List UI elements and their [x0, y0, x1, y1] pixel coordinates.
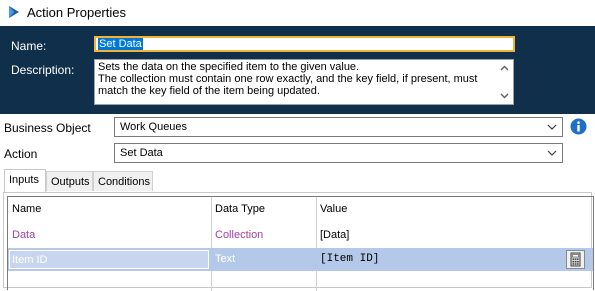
description-line: match the key field of the item being up…	[98, 85, 320, 97]
description-text: Sets the data on the specified item to t…	[98, 61, 494, 97]
description-scrollbar[interactable]	[496, 60, 513, 104]
action-label: Action	[4, 147, 38, 161]
chevron-down-icon	[547, 150, 557, 156]
name-field[interactable]: Set Data	[94, 36, 515, 52]
tab-inputs[interactable]: Inputs	[4, 169, 46, 192]
expression-editor-button[interactable]	[566, 250, 585, 269]
business-object-value: Work Queues	[120, 121, 188, 133]
calculator-icon	[570, 252, 581, 267]
row-data-type: Collection	[215, 229, 264, 241]
row-item-id-type: Text	[215, 253, 236, 265]
row-item-id-value[interactable]: [Item ID]	[320, 253, 379, 265]
column-header-name: Name	[12, 203, 42, 215]
business-object-label: Business Object	[4, 121, 91, 135]
title-bar: Action Properties	[0, 0, 595, 26]
column-header-value: Value	[320, 203, 348, 215]
scroll-up-icon[interactable]	[500, 64, 509, 73]
description-line: Sets the data on the specified item to t…	[98, 61, 360, 73]
row-data-value[interactable]: [Data]	[320, 229, 349, 241]
name-field-value: Set Data	[98, 38, 143, 50]
business-object-dropdown[interactable]: Work Queues	[114, 117, 563, 137]
blue-prism-app-icon	[9, 6, 19, 18]
inputs-panel: Name Data Type Value Data Collection [Da…	[3, 192, 594, 291]
action-dropdown[interactable]: Set Data	[114, 143, 563, 163]
name-label: Name:	[11, 39, 47, 53]
chevron-down-icon	[547, 124, 557, 130]
tab-conditions[interactable]: Conditions	[93, 171, 153, 191]
window-title: Action Properties	[27, 5, 126, 20]
column-divider	[211, 197, 212, 291]
tab-outputs[interactable]: Outputs	[46, 171, 93, 191]
table-row-selected[interactable]: Item ID Text [Item ID]	[8, 248, 593, 271]
description-label: Description:	[11, 63, 75, 77]
description-field[interactable]: Sets the data on the specified item to t…	[94, 59, 514, 105]
description-line: The collection must contain one row exac…	[98, 73, 478, 85]
inputs-grid: Name Data Type Value Data Collection [Da…	[7, 196, 594, 291]
column-header-data-type: Data Type	[215, 203, 265, 215]
row-item-id-name[interactable]: Item ID	[9, 250, 209, 269]
column-divider	[316, 197, 317, 291]
row-data-name[interactable]: Data	[12, 229, 35, 241]
scroll-down-icon[interactable]	[500, 91, 509, 100]
action-value: Set Data	[120, 147, 163, 159]
info-icon[interactable]	[570, 118, 587, 135]
